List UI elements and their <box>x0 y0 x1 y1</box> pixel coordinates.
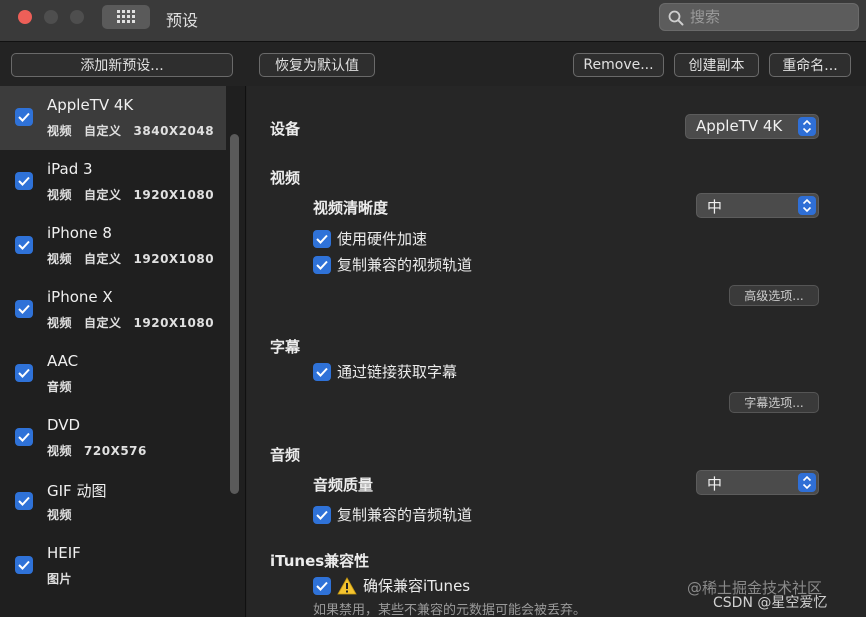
audio-quality-label: 音频质量 <box>313 476 374 494</box>
checkmark-icon <box>18 176 30 186</box>
preset-name: GIF 动图 <box>47 482 107 500</box>
copy-audio-track-label: 复制兼容的音频轨道 <box>337 506 473 524</box>
fetch-subtitles-checkbox[interactable] <box>313 362 331 381</box>
checkmark-icon <box>18 368 30 378</box>
duplicate-button[interactable]: 创建副本 <box>674 53 759 77</box>
subtitles-section-title: 字幕 <box>270 338 301 356</box>
watermark-csdn: CSDN @星空爱忆 <box>713 595 828 611</box>
fetch-subtitles-checkbox-row[interactable]: 通过链接获取字幕 <box>313 361 457 382</box>
updown-arrows-icon <box>798 196 816 215</box>
sidebar-scrollbar[interactable] <box>230 134 239 494</box>
preset-meta: 音频 <box>47 380 73 394</box>
search-input[interactable] <box>690 7 850 27</box>
preset-item-dvd[interactable]: DVD 视频 720X576 <box>0 406 226 470</box>
hw-accel-label: 使用硬件加速 <box>337 230 428 248</box>
ensure-itunes-label: 确保兼容iTunes <box>363 577 471 595</box>
device-popup[interactable]: AppleTV 4K <box>685 114 819 139</box>
ensure-itunes-checkbox[interactable] <box>313 576 331 595</box>
close-window-button[interactable] <box>18 10 32 24</box>
copy-video-track-label: 复制兼容的视频轨道 <box>337 256 473 274</box>
preset-item-heif[interactable]: HEIF 图片 <box>0 534 226 598</box>
advanced-options-button[interactable]: 高级选项... <box>729 285 819 306</box>
updown-arrows-icon <box>798 473 816 492</box>
checkmark-icon <box>18 304 30 314</box>
preset-meta: 视频 自定义 3840X2048 <box>47 124 215 138</box>
ensure-itunes-checkbox-row[interactable]: 确保兼容iTunes <box>313 575 470 596</box>
audio-section-title: 音频 <box>270 446 301 464</box>
preset-checkbox[interactable] <box>15 428 33 446</box>
grid-view-button[interactable] <box>102 5 150 29</box>
checkmark-icon <box>18 112 30 122</box>
video-quality-label: 视频清晰度 <box>313 199 389 217</box>
updown-arrows-icon <box>798 117 816 136</box>
preset-name: AAC <box>47 352 79 370</box>
preset-meta: 视频 <box>47 508 73 522</box>
preset-meta: 视频 自定义 1920X1080 <box>47 188 215 202</box>
warning-icon <box>337 576 357 594</box>
title-bar: 预设 <box>0 0 866 42</box>
preset-meta: 视频 自定义 1920X1080 <box>47 252 215 266</box>
fetch-subtitles-label: 通过链接获取字幕 <box>337 363 458 381</box>
subtitle-options-button[interactable]: 字幕选项... <box>729 392 819 413</box>
itunes-section-title: iTunes兼容性 <box>270 552 370 570</box>
minimize-window-button[interactable] <box>44 10 58 24</box>
preset-item-appletv-4k[interactable]: AppleTV 4K 视频 自定义 3840X2048 <box>0 86 226 150</box>
search-icon <box>668 10 684 26</box>
audio-quality-value: 中 <box>707 475 723 493</box>
preset-item-gif[interactable]: GIF 动图 视频 <box>0 470 226 534</box>
preset-name: iPhone X <box>47 288 113 306</box>
preset-name: HEIF <box>47 544 81 562</box>
preset-name: AppleTV 4K <box>47 96 134 114</box>
checkmark-icon <box>316 234 328 244</box>
hw-accel-checkbox-row[interactable]: 使用硬件加速 <box>313 228 427 249</box>
preset-meta: 视频 720X576 <box>47 444 147 458</box>
rename-button[interactable]: 重命名... <box>769 53 851 77</box>
zoom-window-button[interactable] <box>70 10 84 24</box>
preset-checkbox[interactable] <box>15 236 33 254</box>
add-preset-button[interactable]: 添加新预设... <box>11 53 233 77</box>
copy-video-track-checkbox-row[interactable]: 复制兼容的视频轨道 <box>313 254 472 275</box>
preset-checkbox[interactable] <box>15 556 33 574</box>
preset-checkbox[interactable] <box>15 300 33 318</box>
device-label: 设备 <box>270 120 301 138</box>
itunes-hint: 如果禁用，某些不兼容的元数据可能会被丢弃。 <box>313 603 587 617</box>
hw-accel-checkbox[interactable] <box>313 229 331 248</box>
checkmark-icon <box>18 240 30 250</box>
preset-settings-panel: 设备 AppleTV 4K 视频 视频清晰度 中 使用硬件加速 复制兼容的视频轨… <box>247 86 866 617</box>
preset-item-ipad-3[interactable]: iPad 3 视频 自定义 1920X1080 <box>0 150 226 214</box>
search-field[interactable] <box>659 3 859 31</box>
preset-item-iphone-x[interactable]: iPhone X 视频 自定义 1920X1080 <box>0 278 226 342</box>
preset-checkbox[interactable] <box>15 492 33 510</box>
grid-icon <box>117 10 135 23</box>
preset-sidebar: AppleTV 4K 视频 自定义 3840X2048 iPad 3 视频 自定义 19… <box>0 86 246 617</box>
preset-item-aac[interactable]: AAC 音频 <box>0 342 226 406</box>
checkmark-icon <box>316 367 328 377</box>
preset-meta: 图片 <box>47 572 73 586</box>
preset-name: iPad 3 <box>47 160 93 178</box>
copy-audio-track-checkbox-row[interactable]: 复制兼容的音频轨道 <box>313 504 472 525</box>
preset-checkbox[interactable] <box>15 108 33 126</box>
window-title: 预设 <box>166 11 199 30</box>
copy-audio-track-checkbox[interactable] <box>313 505 331 524</box>
preset-name: iPhone 8 <box>47 224 112 242</box>
video-quality-value: 中 <box>707 198 723 216</box>
restore-defaults-button[interactable]: 恢复为默认值 <box>259 53 375 77</box>
video-quality-popup[interactable]: 中 <box>696 193 819 218</box>
device-value: AppleTV 4K <box>696 117 783 135</box>
copy-video-track-checkbox[interactable] <box>313 255 331 274</box>
preset-checkbox[interactable] <box>15 364 33 382</box>
audio-quality-popup[interactable]: 中 <box>696 470 819 495</box>
checkmark-icon <box>316 510 328 520</box>
checkmark-icon <box>316 581 328 591</box>
checkmark-icon <box>18 432 30 442</box>
checkmark-icon <box>18 560 30 570</box>
remove-button[interactable]: Remove... <box>573 53 664 77</box>
video-section-title: 视频 <box>270 169 301 187</box>
checkmark-icon <box>316 260 328 270</box>
preset-checkbox[interactable] <box>15 172 33 190</box>
preset-meta: 视频 自定义 1920X1080 <box>47 316 215 330</box>
checkmark-icon <box>18 496 30 506</box>
preset-name: DVD <box>47 416 81 434</box>
preset-item-iphone-8[interactable]: iPhone 8 视频 自定义 1920X1080 <box>0 214 226 278</box>
